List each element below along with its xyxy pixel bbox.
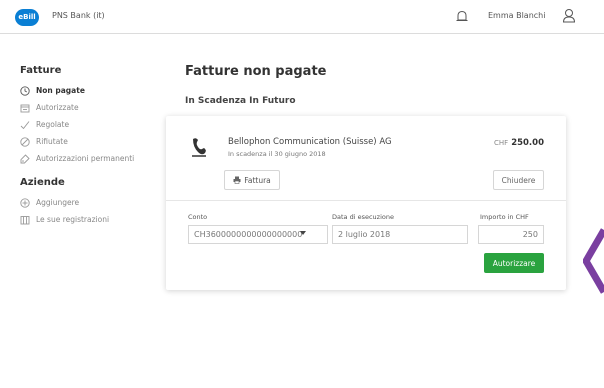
currency: CHF (494, 139, 509, 147)
sidebar-item-regolate[interactable]: Regolate (20, 116, 160, 133)
bill-amount: CHF 250.00 (494, 138, 544, 148)
section-subtitle: In Scadenza In Futuro (185, 96, 296, 106)
arrow-left-icon (583, 228, 604, 294)
sidebar-item-aggiungere[interactable]: Aggiungere (20, 194, 160, 211)
check-icon (20, 120, 30, 129)
sidebar-title-fatture: Fatture (20, 65, 62, 76)
bank-name[interactable]: PNS Bank (it) (52, 11, 105, 20)
account-label: Conto (188, 213, 208, 221)
sidebar-item-registrazioni[interactable]: Le sue registrazioni (20, 211, 160, 228)
user-icon[interactable] (562, 8, 576, 23)
execution-date-input[interactable]: 2 luglio 2018 (332, 225, 468, 244)
account-select[interactable]: CH3600000000000000000 (188, 225, 328, 244)
user-name[interactable]: Emma Blanchi (488, 11, 545, 20)
top-bar: eBill PNS Bank (it) Emma Blanchi (0, 0, 604, 34)
sidebar-item-autorizzate[interactable]: Autorizzate (20, 99, 160, 116)
invoice-button-label: Fattura (244, 175, 271, 185)
biller-name: Bellophon Communication (Suisse) AG (228, 137, 392, 147)
bill-card: Bellophon Communication (Suisse) AG In s… (166, 116, 566, 290)
invoice-button[interactable]: Fattura (224, 170, 280, 190)
sidebar-item-autorizzazioni-permanenti[interactable]: Autorizzazioni permanenti (20, 150, 160, 167)
tag-icon (20, 153, 30, 163)
sidebar-item-rifiutate[interactable]: Rifiutate (20, 133, 160, 150)
amount-value: 250.00 (511, 138, 544, 148)
bell-icon[interactable] (455, 9, 469, 23)
plus-circle-icon (20, 197, 30, 208)
amount-input[interactable]: 250 (478, 225, 544, 244)
sidebar-item-label: Le sue registrazioni (36, 215, 110, 224)
account-select-value: CH3600000000000000000 (194, 230, 303, 239)
due-date: In scadenza il 30 giugno 2018 (228, 150, 326, 158)
page-title: Fatture non pagate (185, 64, 327, 79)
authorize-button[interactable]: Autorizzare (484, 253, 544, 273)
sidebar-item-label: Rifiutate (36, 137, 68, 146)
ban-icon (20, 136, 30, 147)
sidebar-item-label: Autorizzazioni permanenti (36, 154, 135, 163)
chevron-down-icon[interactable] (300, 231, 306, 235)
date-label: Data di esecuzione (332, 213, 394, 221)
sidebar-item-label: Autorizzate (36, 103, 79, 112)
card-divider (166, 200, 566, 201)
calendar-icon (20, 104, 30, 112)
sidebar-item-non-pagate[interactable]: Non pagate (20, 82, 160, 99)
ebill-logo: eBill (15, 9, 39, 26)
amount-label: Importo in CHF (480, 213, 529, 221)
sidebar-title-aziende: Aziende (20, 177, 65, 188)
telephone-icon (192, 138, 206, 157)
sidebar-item-label: Non pagate (36, 86, 85, 95)
close-button[interactable]: Chiudere (493, 170, 544, 190)
sidebar: Fatture Non pagate Autorizzate Regolate … (20, 65, 160, 228)
clock-icon (20, 85, 30, 96)
sidebar-item-label: Aggiungere (36, 198, 80, 207)
printer-icon (233, 176, 241, 184)
building-icon (20, 215, 30, 224)
sidebar-item-label: Regolate (36, 120, 70, 129)
